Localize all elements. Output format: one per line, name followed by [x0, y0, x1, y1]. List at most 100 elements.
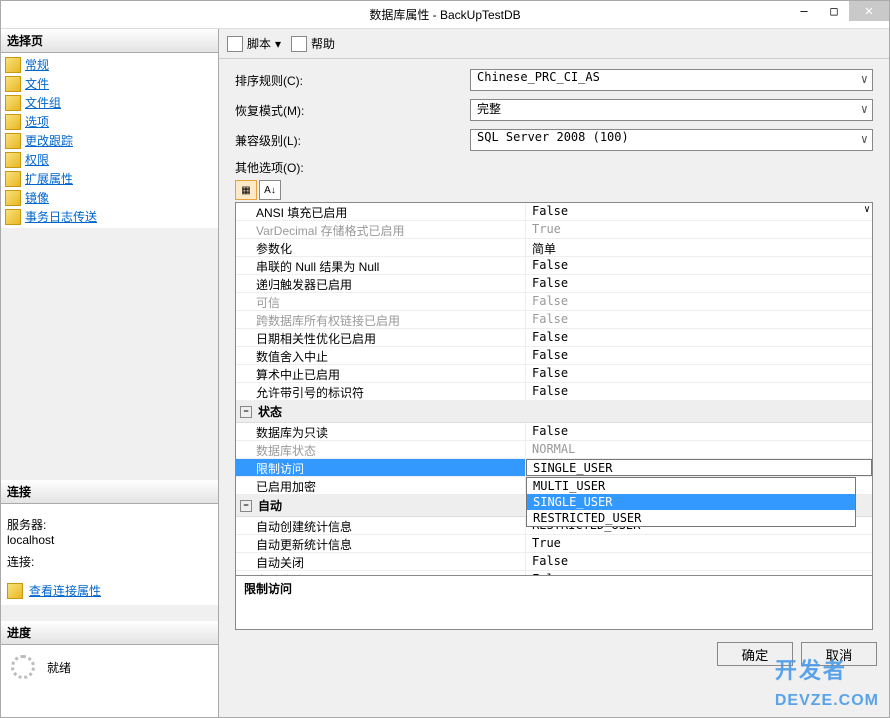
- nav-link[interactable]: 事务日志传送: [25, 208, 97, 225]
- help-button[interactable]: 帮助: [311, 35, 335, 52]
- titlebar[interactable]: 数据库属性 - BackUpTestDB — □ ✕: [1, 1, 889, 29]
- property-key: 数值舍入中止: [236, 347, 526, 364]
- property-row[interactable]: 递归触发器已启用False: [236, 275, 872, 293]
- recovery-select[interactable]: 完整: [470, 99, 873, 121]
- help-icon: [291, 36, 307, 52]
- property-value[interactable]: False: [526, 203, 872, 220]
- property-row[interactable]: 串联的 Null 结果为 NullFalse: [236, 257, 872, 275]
- chevron-down-icon[interactable]: ∨: [864, 204, 870, 215]
- property-value[interactable]: False: [526, 571, 872, 576]
- property-value[interactable]: False: [526, 347, 872, 364]
- nav-item[interactable]: 事务日志传送: [1, 207, 218, 226]
- connection-label: 连接:: [7, 553, 212, 570]
- nav-item[interactable]: 选项: [1, 112, 218, 131]
- property-row[interactable]: 允许带引号的标识符False: [236, 383, 872, 401]
- property-value[interactable]: False: [526, 383, 872, 400]
- connection-icon: [7, 583, 23, 599]
- nav-item[interactable]: 常规: [1, 55, 218, 74]
- property-key: 自动关闭: [236, 553, 526, 570]
- section-state[interactable]: −状态: [236, 401, 872, 423]
- property-row[interactable]: 数据库为只读False: [236, 423, 872, 441]
- connection-section: 服务器: localhost 连接: 查看连接属性: [1, 504, 218, 605]
- nav-list: 常规文件文件组选项更改跟踪权限扩展属性镜像事务日志传送: [1, 53, 218, 228]
- property-row[interactable]: 自动收缩False: [236, 571, 872, 576]
- property-value[interactable]: False: [526, 329, 872, 346]
- property-value[interactable]: False: [526, 257, 872, 274]
- property-value[interactable]: False: [526, 365, 872, 382]
- nav-item[interactable]: 更改跟踪: [1, 131, 218, 150]
- property-row[interactable]: 数值舍入中止False: [236, 347, 872, 365]
- ok-button[interactable]: 确定: [717, 642, 793, 666]
- property-key: 允许带引号的标识符: [236, 383, 526, 400]
- dropdown-option[interactable]: MULTI_USER: [527, 478, 855, 494]
- property-row[interactable]: ANSI 填充已启用False: [236, 203, 872, 221]
- property-value[interactable]: False: [526, 423, 872, 440]
- nav-item[interactable]: 扩展属性: [1, 169, 218, 188]
- property-row[interactable]: 数据库状态NORMAL: [236, 441, 872, 459]
- nav-link[interactable]: 权限: [25, 151, 49, 168]
- property-value[interactable]: True: [526, 535, 872, 552]
- property-value[interactable]: False: [526, 311, 872, 328]
- property-value[interactable]: False: [526, 553, 872, 570]
- ready-label: 就绪: [47, 659, 71, 676]
- alphabetical-button[interactable]: A↓: [259, 180, 281, 200]
- script-button[interactable]: 脚本: [247, 35, 271, 52]
- property-key: 日期相关性优化已启用: [236, 329, 526, 346]
- dropdown-option[interactable]: SINGLE_USER: [527, 494, 855, 510]
- property-value[interactable]: False: [526, 293, 872, 310]
- property-row[interactable]: 自动关闭False: [236, 553, 872, 571]
- view-connection-link[interactable]: 查看连接属性: [7, 582, 212, 599]
- page-icon: [5, 57, 21, 73]
- property-row[interactable]: 自动更新统计信息True: [236, 535, 872, 553]
- property-row[interactable]: 日期相关性优化已启用False: [236, 329, 872, 347]
- maximize-button[interactable]: □: [819, 1, 849, 21]
- property-value[interactable]: True: [526, 221, 872, 238]
- property-value[interactable]: False: [526, 275, 872, 292]
- restrict-access-dropdown[interactable]: MULTI_USERSINGLE_USERRESTRICTED_USER: [526, 477, 856, 527]
- property-row[interactable]: VarDecimal 存储格式已启用True: [236, 221, 872, 239]
- collation-select[interactable]: Chinese_PRC_CI_AS: [470, 69, 873, 91]
- property-row[interactable]: 参数化简单: [236, 239, 872, 257]
- dialog-footer: 确定 取消: [219, 630, 889, 678]
- view-connection-text[interactable]: 查看连接属性: [29, 582, 101, 599]
- dropdown-option[interactable]: RESTRICTED_USER: [527, 510, 855, 526]
- nav-item[interactable]: 文件: [1, 74, 218, 93]
- window-title: 数据库属性 - BackUpTestDB: [369, 6, 520, 23]
- close-button[interactable]: ✕: [849, 1, 889, 21]
- property-key: ANSI 填充已启用: [236, 203, 526, 220]
- nav-link[interactable]: 选项: [25, 113, 49, 130]
- server-label: 服务器:: [7, 516, 212, 533]
- property-value[interactable]: 简单: [526, 239, 872, 256]
- categorized-button[interactable]: ▦: [235, 180, 257, 200]
- nav-link[interactable]: 文件: [25, 75, 49, 92]
- collapse-icon[interactable]: −: [240, 406, 252, 418]
- compat-label: 兼容级别(L):: [235, 132, 470, 149]
- nav-link[interactable]: 镜像: [25, 189, 49, 206]
- property-value[interactable]: NORMAL: [526, 441, 872, 458]
- nav-link[interactable]: 更改跟踪: [25, 132, 73, 149]
- nav-item[interactable]: 镜像: [1, 188, 218, 207]
- property-row[interactable]: 限制访问SINGLE_USER∨: [236, 459, 872, 477]
- nav-link[interactable]: 常规: [25, 56, 49, 73]
- spinner-icon: [11, 655, 35, 679]
- property-value[interactable]: SINGLE_USER∨: [526, 459, 872, 476]
- minimize-button[interactable]: —: [789, 1, 819, 21]
- dropdown-arrow-icon[interactable]: ▾: [275, 37, 281, 51]
- nav-item[interactable]: 权限: [1, 150, 218, 169]
- compat-select[interactable]: SQL Server 2008 (100): [470, 129, 873, 151]
- nav-link[interactable]: 扩展属性: [25, 170, 73, 187]
- property-key: 限制访问: [236, 459, 526, 476]
- property-key: 自动更新统计信息: [236, 535, 526, 552]
- property-row[interactable]: 算术中止已启用False: [236, 365, 872, 383]
- window-controls: — □ ✕: [789, 1, 889, 21]
- cancel-button[interactable]: 取消: [801, 642, 877, 666]
- property-grid[interactable]: ANSI 填充已启用FalseVarDecimal 存储格式已启用True参数化…: [235, 202, 873, 576]
- collapse-icon[interactable]: −: [240, 500, 252, 512]
- recovery-label: 恢复模式(M):: [235, 102, 470, 119]
- property-row[interactable]: 跨数据库所有权链接已启用False: [236, 311, 872, 329]
- property-key: VarDecimal 存储格式已启用: [236, 221, 526, 238]
- nav-item[interactable]: 文件组: [1, 93, 218, 112]
- nav-link[interactable]: 文件组: [25, 94, 61, 111]
- property-row[interactable]: 可信False: [236, 293, 872, 311]
- page-icon: [5, 133, 21, 149]
